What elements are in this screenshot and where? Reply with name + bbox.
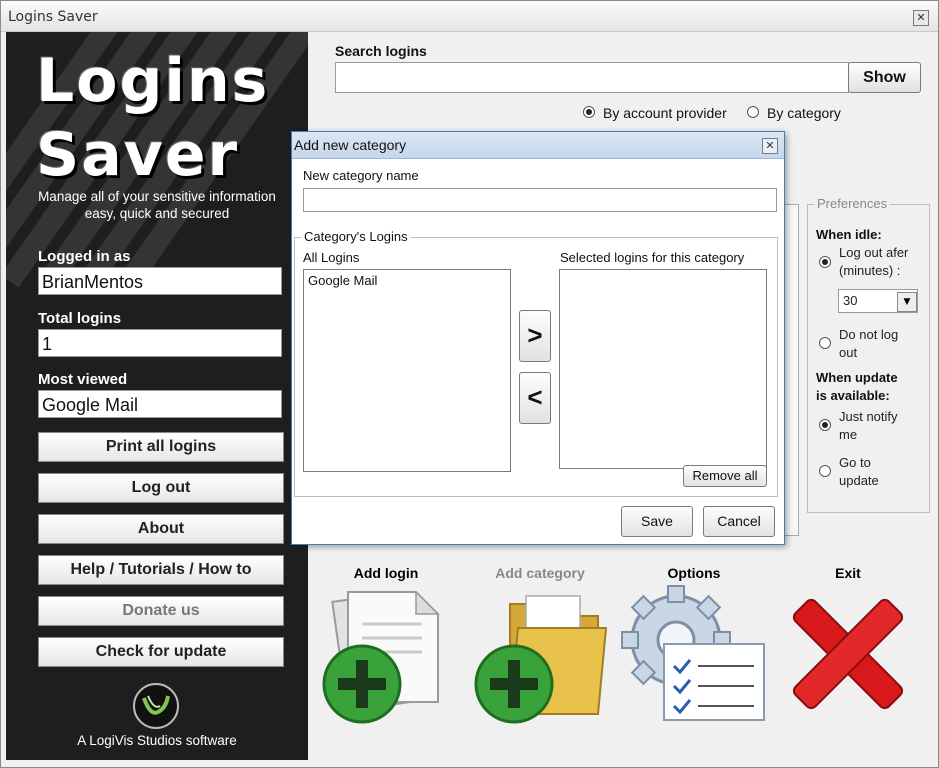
check-update-button[interactable]: Check for update: [38, 637, 284, 667]
donate-button[interactable]: Donate us: [38, 596, 284, 626]
tagline-line1: Manage all of your sensitive information: [38, 189, 276, 204]
window-title: Logins Saver: [8, 9, 98, 25]
options-label: Options: [667, 565, 721, 581]
do-not-logout-radio[interactable]: [819, 337, 831, 349]
go-to-update-label-line2: update: [839, 473, 879, 488]
preferences-title: Preferences: [814, 196, 891, 211]
by-category-label: By category: [767, 105, 841, 121]
category-name-label: New category name: [303, 168, 419, 183]
category-name-input[interactable]: [303, 188, 777, 212]
logivis-logo-icon: [132, 682, 180, 730]
cancel-button[interactable]: Cancel: [703, 506, 775, 537]
dialog-title: Add new category: [294, 137, 407, 153]
logged-in-field: BrianMentos: [38, 267, 282, 295]
chevron-down-icon[interactable]: ▼: [897, 292, 917, 312]
all-logins-label: All Logins: [303, 250, 360, 265]
selected-logins-label: Selected logins for this category: [560, 250, 745, 265]
total-logins-field: 1: [38, 329, 282, 357]
add-category-label: Add category: [495, 565, 585, 581]
logo-text-line2: Saver: [36, 120, 240, 190]
about-button[interactable]: About: [38, 514, 284, 544]
do-not-logout-label-line2: out: [839, 345, 858, 360]
exit-icon[interactable]: [780, 584, 920, 724]
logout-after-label-line1: Log out afer: [839, 245, 909, 260]
move-right-button[interactable]: >: [519, 310, 551, 362]
most-viewed-field: Google Mail: [38, 390, 282, 418]
options-icon[interactable]: [620, 584, 770, 724]
when-update-label-line1: When update: [816, 370, 898, 385]
search-input[interactable]: [335, 62, 849, 93]
logged-in-label: Logged in as: [38, 248, 131, 265]
go-to-update-label-line1: Go to: [839, 455, 871, 470]
add-login-icon[interactable]: [318, 584, 458, 724]
add-category-dialog: Add new category ✕ New category name Cat…: [291, 131, 785, 545]
exit-label: Exit: [835, 565, 861, 581]
minutes-select[interactable]: 30 ▼: [838, 289, 918, 313]
by-provider-label: By account provider: [603, 105, 727, 121]
category-logins-title: Category's Logins: [301, 229, 411, 244]
show-button[interactable]: Show: [848, 62, 921, 93]
add-login-label: Add login: [353, 565, 419, 581]
help-button[interactable]: Help / Tutorials / How to: [38, 555, 284, 585]
logo-text-line1: Logins: [36, 46, 270, 116]
logout-after-radio[interactable]: [819, 256, 831, 268]
dialog-close-button[interactable]: ✕: [762, 138, 778, 154]
remove-all-button[interactable]: Remove all: [683, 465, 767, 487]
by-category-radio[interactable]: [747, 106, 759, 118]
logout-after-label-line2: (minutes) :: [839, 263, 901, 278]
selected-logins-list[interactable]: [559, 269, 767, 469]
title-bar: [1, 1, 938, 32]
do-not-logout-label-line1: Do not log: [839, 327, 899, 342]
add-category-icon[interactable]: [470, 584, 610, 724]
search-label: Search logins: [335, 43, 427, 59]
minutes-value: 30: [843, 293, 858, 308]
tagline-line2: easy, quick and secured: [84, 206, 230, 221]
total-logins-label: Total logins: [38, 310, 122, 327]
when-update-label-line2: is available:: [816, 388, 890, 403]
save-button[interactable]: Save: [621, 506, 693, 537]
just-notify-label-line1: Just notify: [839, 409, 898, 424]
log-out-button[interactable]: Log out: [38, 473, 284, 503]
move-left-button[interactable]: <: [519, 372, 551, 424]
footer-credit: A LogiVis Studios software: [77, 733, 237, 748]
print-all-logins-button[interactable]: Print all logins: [38, 432, 284, 462]
by-provider-radio[interactable]: [583, 106, 595, 118]
window-close-button[interactable]: ✕: [913, 10, 929, 26]
when-idle-label: When idle:: [816, 227, 882, 242]
most-viewed-label: Most viewed: [38, 371, 128, 388]
just-notify-label-line2: me: [839, 427, 858, 442]
list-item[interactable]: Google Mail: [308, 273, 377, 288]
just-notify-radio[interactable]: [819, 419, 831, 431]
go-to-update-radio[interactable]: [819, 465, 831, 477]
all-logins-list[interactable]: Google Mail: [303, 269, 511, 472]
